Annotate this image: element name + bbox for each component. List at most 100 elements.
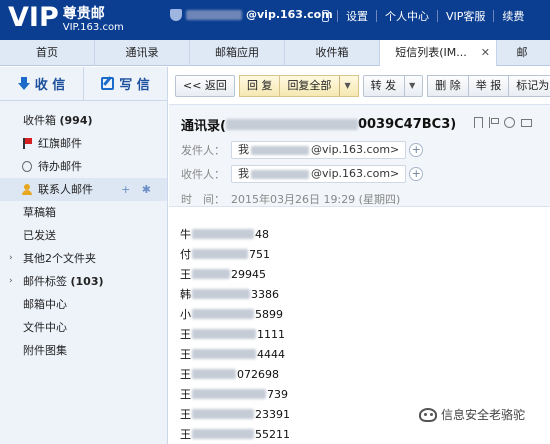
redacted-username [186,9,242,20]
sidebar-item-other-folders[interactable]: › 其他2个文件夹 [0,247,167,270]
sidebar-item-label: 已发送 [23,229,56,242]
user-account[interactable]: @vip.163.com [170,8,333,21]
contact-name: 小 [180,308,191,321]
sidebar-item-contact-mail[interactable]: 联系人邮件 + ✱ [0,178,167,201]
sidebar-item-mail-center[interactable]: 邮箱中心 [0,293,167,316]
sidebar-item-tags[interactable]: › 邮件标签 (103) [0,270,167,293]
sidebar-item-label: 邮箱中心 [23,298,67,311]
sidebar-item-todo[interactable]: 待办邮件 [0,155,167,178]
mark-as-button[interactable]: 标记为 [509,75,550,97]
chevron-right-icon: › [9,253,13,263]
top-links: 设置 个人中心 VIP客服 续费 [322,8,524,24]
receive-mail-label: 收 信 [34,78,66,93]
sender-label: 发件人： [181,144,225,157]
bookmark-icon[interactable] [474,117,483,128]
list-item: 韩 3386 [180,286,279,302]
sidebar-item-label: 待办邮件 [38,160,82,173]
chevron-down-icon[interactable]: ▼ [339,76,351,96]
vip-service-link[interactable]: VIP客服 [446,8,485,24]
list-item: 王 23391 [180,406,290,422]
sidebar-item-label: 草稿箱 [23,206,56,219]
add-contact-icon[interactable]: + [409,143,424,157]
sidebar-item-flagged[interactable]: 红旗邮件 [0,132,167,155]
contact-name: 王 [180,428,191,441]
tab-mail-apps[interactable]: 邮箱应用 [190,40,285,66]
settings-link[interactable]: 设置 [346,8,368,24]
sidebar-item-label: 附件图集 [23,344,67,357]
logo-domain: VIP.163.com [62,22,124,33]
receive-mail-button[interactable]: 收 信 [0,67,83,100]
list-item: 王 4444 [180,346,285,362]
back-button[interactable]: << 返回 [175,75,235,97]
personal-center-link[interactable]: 个人中心 [385,8,429,24]
add-contact-icon[interactable]: + [409,167,424,181]
user-email: @vip.163.com [246,8,333,21]
reply-button[interactable]: 回 复 [238,75,281,97]
clock-icon [22,161,32,172]
list-item: 王 1111 [180,326,285,342]
sidebar-item-inbox[interactable]: 收件箱 (994) [0,109,167,132]
tag-count: (103) [70,275,104,288]
list-item: 付 751 [180,246,270,262]
sidebar-item-label: 联系人邮件 [38,183,93,196]
chevron-down-icon[interactable]: ▼ [404,76,415,96]
tab-home[interactable]: 首页 [0,40,95,66]
tab-sms-list-label: 短信列表(IM... [395,46,467,59]
renew-link[interactable]: 续费 [502,8,524,24]
forward-button[interactable]: 转 发 ▼ [362,75,424,97]
sidebar-item-label: 其他2个文件夹 [23,252,96,265]
brand-logo[interactable]: VIP 尊贵邮 VIP.163.com [8,3,124,34]
download-icon [17,77,30,90]
redacted-number [192,329,256,339]
sidebar-item-sent[interactable]: 已发送 [0,224,167,247]
contact-name: 王 [180,368,191,381]
list-item: 小 5899 [180,306,283,322]
contact-number: 3386 [251,287,279,301]
contact-name: 牛 [180,228,191,241]
sidebar-item-label: 邮件标签 [23,275,67,288]
reminder-clock-icon[interactable] [504,117,515,128]
shield-icon [170,8,182,21]
sidebar-item-attachment-gallery[interactable]: 附件图集 [0,339,167,362]
list-item: 王 072698 [180,366,279,382]
watermark-text: 信息安全老骆驼 [441,408,526,422]
close-icon[interactable]: ✕ [481,40,490,66]
contact-name: 韩 [180,288,191,301]
sidebar-item-file-center[interactable]: 文件中心 [0,316,167,339]
mobile-icon[interactable] [322,10,329,22]
main-tabs: 首页 通讯录 邮箱应用 收件箱 短信列表(IM... ✕ 邮 [0,40,550,66]
recipient-row: 收件人： 我 @vip.163.com> + [181,165,424,183]
subject-suffix: 0039C47BC3) [357,117,457,132]
delete-button[interactable]: 删 除 [427,75,469,97]
folder-add-settings-icon[interactable]: + ✱ [121,178,155,201]
contact-name: 付 [180,248,191,261]
time-row: 时 间： 2015年03月26日 19:29 (星期四) [181,191,400,207]
reply-all-button[interactable]: 回复全部 ▼ [280,75,359,97]
chevron-right-icon: › [9,276,13,286]
mail-header: 通讯录( 0039C47BC3) 发件人： 我 @vip.163.com> + … [169,104,550,207]
print-icon[interactable] [521,119,532,127]
flag-icon[interactable] [489,117,499,128]
logo-vip-text: VIP [8,2,59,33]
tab-mail-partial[interactable]: 邮 [497,40,547,66]
contact-number: 55211 [255,427,290,441]
redacted-number [192,229,254,239]
sidebar-item-drafts[interactable]: 草稿箱 [0,201,167,224]
redacted-number [192,249,248,259]
redacted-sender [251,145,309,155]
redacted-number [192,389,266,399]
tab-inbox[interactable]: 收件箱 [285,40,380,66]
tab-sms-list[interactable]: 短信列表(IM... ✕ [380,40,497,66]
recipient-address[interactable]: 我 @vip.163.com> [231,165,407,183]
contact-name: 王 [180,408,191,421]
sender-address[interactable]: 我 @vip.163.com> [231,141,407,159]
tab-contacts[interactable]: 通讯录 [95,40,190,66]
report-button[interactable]: 举 报 [468,75,510,97]
time-value: 2015年03月26日 19:29 (星期四) [231,193,401,206]
sender-email: @vip.163.com> [311,143,400,156]
forward-label: 转 发 [370,79,397,92]
redacted-number [192,309,254,319]
write-mail-label: 写 信 [119,78,150,93]
write-mail-button[interactable]: 写 信 [83,67,167,100]
sidebar: 收 信 写 信 收件箱 (994) 红旗邮件 待办邮件 联系人邮件 + ✱ 草稿… [0,67,168,444]
